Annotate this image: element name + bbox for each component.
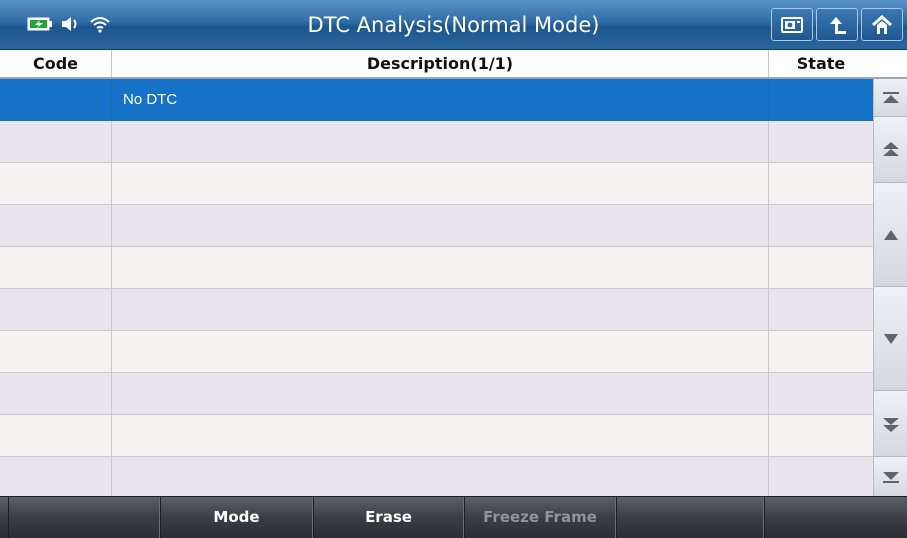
erase-button[interactable]: Erase	[313, 497, 464, 538]
mode-button[interactable]: Mode	[160, 497, 313, 538]
table-row[interactable]	[0, 415, 873, 457]
back-button[interactable]	[816, 8, 858, 41]
line-down-icon	[883, 333, 899, 345]
cell-description	[112, 205, 769, 246]
toolbar-blank-button-3[interactable]	[764, 497, 907, 538]
table-row[interactable]	[0, 205, 873, 247]
cell-state	[769, 163, 873, 204]
column-header-description: Description(1/1)	[112, 50, 769, 77]
dtc-analysis-screen: DTC Analysis(Normal Mode) Code Descripti…	[0, 0, 907, 538]
dtc-table: No DTC	[0, 79, 873, 496]
page-up-button[interactable]	[874, 117, 907, 183]
scroll-top-button[interactable]	[874, 79, 907, 117]
scroll-top-icon	[882, 91, 900, 105]
cell-description: No DTC	[112, 79, 769, 120]
cell-code	[0, 247, 112, 288]
column-header-code: Code	[0, 50, 112, 77]
cell-state	[769, 331, 873, 372]
line-down-button[interactable]	[874, 287, 907, 391]
page-down-icon	[882, 415, 900, 433]
cell-state	[769, 205, 873, 246]
cell-code	[0, 205, 112, 246]
table-header: Code Description(1/1) State	[0, 50, 907, 79]
home-button[interactable]	[861, 8, 903, 41]
vertical-scrollbar[interactable]	[873, 79, 907, 496]
home-icon	[871, 14, 893, 36]
back-icon	[826, 14, 848, 36]
scroll-bottom-icon	[882, 470, 900, 484]
screenshot-button[interactable]	[771, 8, 813, 41]
cell-description	[112, 163, 769, 204]
title-buttons	[771, 8, 903, 41]
page-up-icon	[882, 141, 900, 159]
freeze-frame-button[interactable]: Freeze Frame	[464, 497, 616, 538]
cell-code	[0, 163, 112, 204]
cell-description	[112, 247, 769, 288]
cell-state	[769, 247, 873, 288]
cell-description	[112, 373, 769, 414]
cell-code	[0, 457, 112, 496]
table-row[interactable]	[0, 247, 873, 289]
cell-code	[0, 121, 112, 162]
table-row[interactable]	[0, 331, 873, 373]
cell-state	[769, 289, 873, 330]
cell-description	[112, 415, 769, 456]
title-bar: DTC Analysis(Normal Mode)	[0, 0, 907, 50]
cell-description	[112, 289, 769, 330]
scroll-bottom-button[interactable]	[874, 457, 907, 496]
cell-description	[112, 457, 769, 496]
table-row[interactable]	[0, 163, 873, 205]
cell-state	[769, 121, 873, 162]
table-row[interactable]	[0, 121, 873, 163]
cell-state	[769, 415, 873, 456]
column-header-state: State	[796, 54, 846, 73]
cell-state	[769, 79, 873, 120]
screenshot-icon	[780, 15, 804, 35]
table-row[interactable]	[0, 289, 873, 331]
page-down-button[interactable]	[874, 391, 907, 457]
table-row[interactable]: No DTC	[0, 79, 873, 121]
table-row[interactable]	[0, 457, 873, 496]
cell-state	[769, 373, 873, 414]
cell-code	[0, 289, 112, 330]
bottom-toolbar: Mode Erase Freeze Frame	[0, 496, 907, 538]
cell-state	[769, 457, 873, 496]
line-up-icon	[883, 229, 899, 241]
cell-description	[112, 331, 769, 372]
line-up-button[interactable]	[874, 183, 907, 287]
cell-code	[0, 373, 112, 414]
cell-code	[0, 79, 112, 120]
cell-description	[112, 121, 769, 162]
cell-code	[0, 415, 112, 456]
toolbar-blank-button-1[interactable]	[8, 497, 160, 538]
cell-code	[0, 331, 112, 372]
table-row[interactable]	[0, 373, 873, 415]
toolbar-blank-button-2[interactable]	[616, 497, 764, 538]
